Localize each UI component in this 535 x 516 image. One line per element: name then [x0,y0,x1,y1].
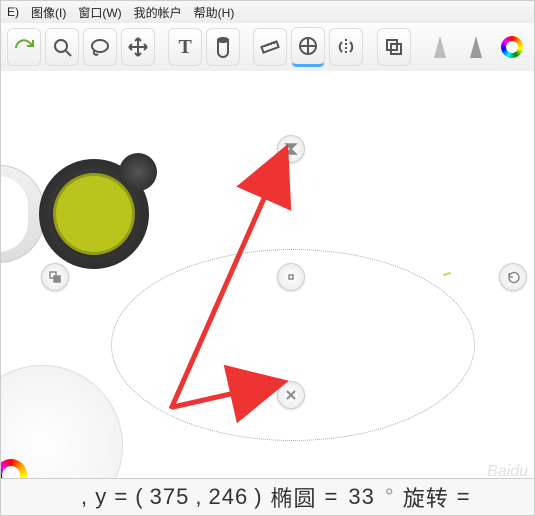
move-icon [127,36,149,58]
center-dot-icon [284,270,298,284]
symmetry-button[interactable] [329,28,363,66]
toolbar: T [1,23,534,72]
scale-icon [48,270,62,284]
bucket-button[interactable] [206,28,240,66]
ruler-button[interactable] [253,28,287,66]
puck-handle[interactable] [119,153,157,191]
magnifier-icon [51,36,73,58]
brush-icon [470,36,482,58]
redo-icon [13,36,35,58]
pencil-tool[interactable] [424,29,456,65]
status-close: ) [254,484,262,510]
status-prefix: , y = ( [81,484,144,510]
status-y: 246 [208,484,248,510]
status-bar: , y = ( 375 , 246 ) 椭圆 = 33 ° 旋转 = [1,478,534,515]
lasso-icon [89,36,111,58]
handle-rotate[interactable] [499,263,527,291]
menu-window[interactable]: 窗口(W) [78,4,121,21]
text-icon: T [179,36,192,59]
lasso-button[interactable] [83,28,117,66]
rotate-icon [506,270,520,284]
menu-bar: E) 图像(I) 窗口(W) 我的帐户 帮助(H) [1,1,534,24]
status-sep: , [195,484,202,510]
stroke-mark [443,272,451,277]
text-button[interactable]: T [168,28,202,66]
status-deg: 33 [348,484,374,510]
brush-tool[interactable] [460,29,492,65]
handle-top[interactable] [277,135,305,163]
color-wheel-icon [501,36,523,58]
menu-account[interactable]: 我的帐户 [134,4,182,21]
status-rotate-label: 旋转 [403,481,449,513]
zoom-button[interactable] [45,28,79,66]
puck-color [53,173,135,255]
status-degmark: ° [385,484,395,510]
close-icon [284,388,298,402]
ruler-icon [259,36,281,58]
status-eq: = [325,484,339,510]
layers-button[interactable] [377,28,411,66]
symmetry-icon [335,36,357,58]
pencil-icon [434,36,446,58]
menu-help[interactable]: 帮助(H) [194,4,235,21]
redo-button[interactable] [7,28,41,66]
status-x: 375 [150,484,190,510]
ellipse-guide-icon [297,35,319,57]
status-ellipse-label: 椭圆 [271,481,317,513]
collapse-vertical-icon [284,142,298,156]
watermark: Baidu [487,463,528,481]
menu-edit[interactable]: E) [7,5,19,19]
handle-center[interactable] [277,263,305,291]
status-eq2: = [457,484,471,510]
ellipse-guide-button[interactable] [291,27,325,67]
handle-scale[interactable] [41,263,69,291]
handle-cancel[interactable] [277,381,305,409]
color-puck[interactable] [39,159,149,269]
move-button[interactable] [121,28,155,66]
layers-icon [383,36,405,58]
color-wheel-button[interactable] [496,29,528,65]
menu-image[interactable]: 图像(I) [31,4,66,21]
bucket-icon [212,36,234,58]
app-frame: E) 图像(I) 窗口(W) 我的帐户 帮助(H) T [0,0,535,516]
